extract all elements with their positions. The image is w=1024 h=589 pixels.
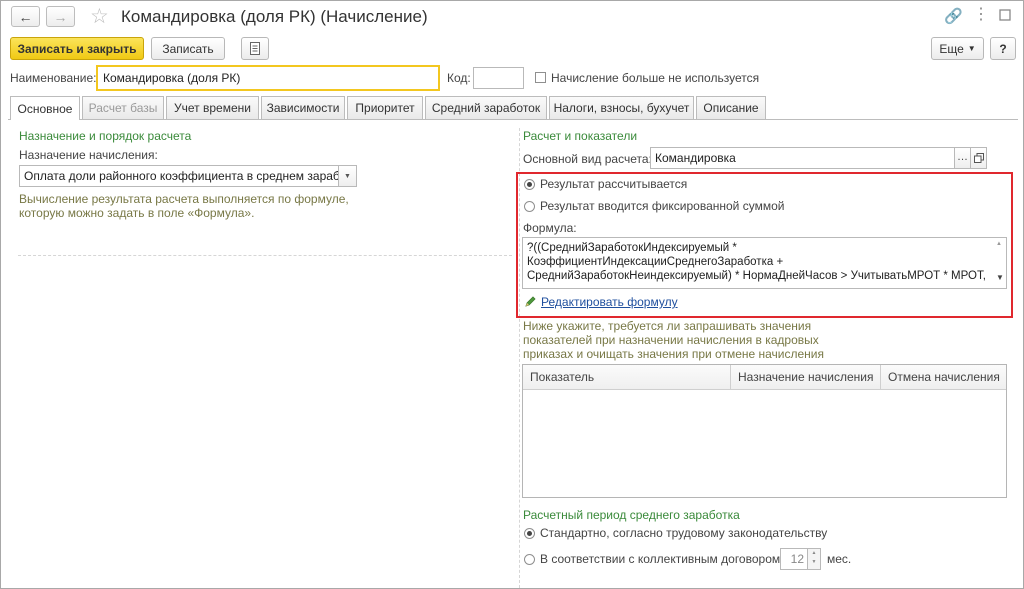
active-tab-gap	[11, 119, 79, 120]
tab-average-earnings[interactable]: Средний заработок	[425, 96, 547, 119]
favorite-star-icon[interactable]: ☆	[90, 4, 109, 29]
tab-dependencies[interactable]: Зависимости	[261, 96, 345, 119]
indicators-hint-line3: приказах и очищать значения при отмене н…	[523, 347, 825, 361]
period-months-stepper[interactable]: ▲ ▼	[807, 548, 821, 570]
radio-result-fixed-label: Результат вводится фиксированной суммой	[540, 199, 785, 213]
save-button[interactable]: Записать	[151, 37, 225, 60]
help-button[interactable]: ?	[990, 37, 1016, 60]
forward-button[interactable]: →	[46, 6, 75, 27]
scroll-down-icon[interactable]: ▼	[996, 273, 1004, 282]
radio-result-calculated-label: Результат рассчитывается	[540, 177, 688, 191]
tab-divider	[8, 119, 1018, 120]
formula-textarea[interactable]: ?((СреднийЗаработокИндексируемый * Коэфф…	[522, 237, 1007, 289]
period-section-title: Расчетный период среднего заработка	[523, 508, 740, 522]
radio-period-standard-label: Стандартно, согласно трудовому законодат…	[540, 526, 828, 540]
radio-result-fixed[interactable]	[524, 201, 535, 212]
right-section-title: Расчет и показатели	[523, 129, 638, 143]
formula-line: СреднийЗаработокНеиндексируемый) * Норма…	[527, 270, 986, 282]
radio-result-calculated[interactable]	[524, 179, 535, 190]
radio-period-standard[interactable]	[524, 528, 535, 539]
edit-formula-link[interactable]: Редактировать формулу	[541, 295, 678, 309]
stepper-down-icon[interactable]: ▼	[808, 558, 820, 567]
purpose-hint-line1: Вычисление результата расчета выполняетс…	[19, 192, 349, 206]
radio-period-contract[interactable]	[524, 554, 535, 565]
purpose-select[interactable]: Оплата доли районного коэффициента в сре…	[19, 165, 339, 187]
indicators-hint-line2: показателей при назначении начисления в …	[523, 333, 819, 347]
main-type-open-button[interactable]	[970, 147, 987, 169]
scroll-up-icon[interactable]: ▲	[996, 241, 1002, 247]
menu-dots-icon[interactable]: ⋮	[973, 4, 989, 24]
period-months-unit: мес.	[827, 552, 852, 566]
purpose-dropdown-button[interactable]: ▼	[338, 165, 357, 187]
tab-base-calculation[interactable]: Расчет базы	[82, 96, 164, 119]
main-type-label: Основной вид расчета:	[523, 152, 652, 166]
purpose-label: Назначение начисления:	[19, 148, 158, 162]
left-section-title: Назначение и порядок расчета	[19, 129, 192, 143]
purpose-hint-line2: которую можно задать в поле «Формула».	[19, 206, 255, 220]
tab-priority[interactable]: Приоритет	[347, 96, 423, 119]
document-list-button[interactable]	[241, 37, 269, 60]
formula-label: Формула:	[523, 221, 577, 235]
window-title: Командировка (доля РК) (Начисление)	[121, 7, 428, 26]
open-window-icon	[973, 153, 984, 163]
name-label: Наименование:	[10, 71, 97, 85]
code-label: Код:	[447, 71, 471, 85]
maximize-icon[interactable]	[998, 8, 1012, 22]
name-input[interactable]: Командировка (доля РК)	[96, 65, 440, 91]
period-months-input[interactable]: 12	[780, 548, 808, 570]
unused-checkbox[interactable]	[535, 72, 546, 83]
tab-taxes[interactable]: Налоги, взносы, бухучет	[549, 96, 694, 119]
formula-line: ?((СреднийЗаработокИндексируемый *	[527, 242, 737, 254]
radio-period-contract-label: В соответствии с коллективным договором	[540, 552, 781, 566]
main-type-input[interactable]: Командировка	[650, 147, 955, 169]
column-header-assignment[interactable]: Назначение начисления	[731, 365, 881, 389]
column-header-indicator[interactable]: Показатель	[523, 365, 731, 389]
pencil-icon	[524, 295, 537, 308]
chevron-down-icon: ▼	[344, 172, 351, 180]
tab-main[interactable]: Основное	[10, 96, 80, 120]
main-type-select-button[interactable]: …	[954, 147, 971, 169]
more-button-label: Еще	[939, 41, 964, 56]
more-button[interactable]: Еще ▼	[931, 37, 984, 60]
left-section-divider	[18, 255, 512, 256]
save-and-close-button[interactable]: Записать и закрыть	[10, 37, 144, 60]
indicators-table[interactable]: Показатель Назначение начисления Отмена …	[522, 364, 1007, 498]
tab-description[interactable]: Описание	[696, 96, 766, 119]
unused-label: Начисление больше не используется	[551, 71, 760, 85]
tab-time-accounting[interactable]: Учет времени	[166, 96, 259, 119]
back-button[interactable]: ←	[11, 6, 40, 27]
indicators-table-header: Показатель Назначение начисления Отмена …	[523, 365, 1006, 390]
stepper-up-icon[interactable]: ▲	[808, 549, 820, 558]
document-icon	[250, 42, 260, 55]
arrow-left-icon: ←	[18, 8, 33, 25]
link-icon[interactable]: 🔗	[944, 7, 963, 25]
chevron-down-icon: ▼	[967, 44, 976, 53]
arrow-right-icon: →	[53, 8, 68, 25]
column-header-cancellation[interactable]: Отмена начисления	[881, 365, 1006, 389]
code-input[interactable]	[473, 67, 524, 89]
indicators-hint-line1: Ниже укажите, требуется ли запрашивать з…	[523, 319, 812, 333]
formula-line: КоэффициентИндексацииСреднегоЗаработка +	[527, 256, 784, 268]
